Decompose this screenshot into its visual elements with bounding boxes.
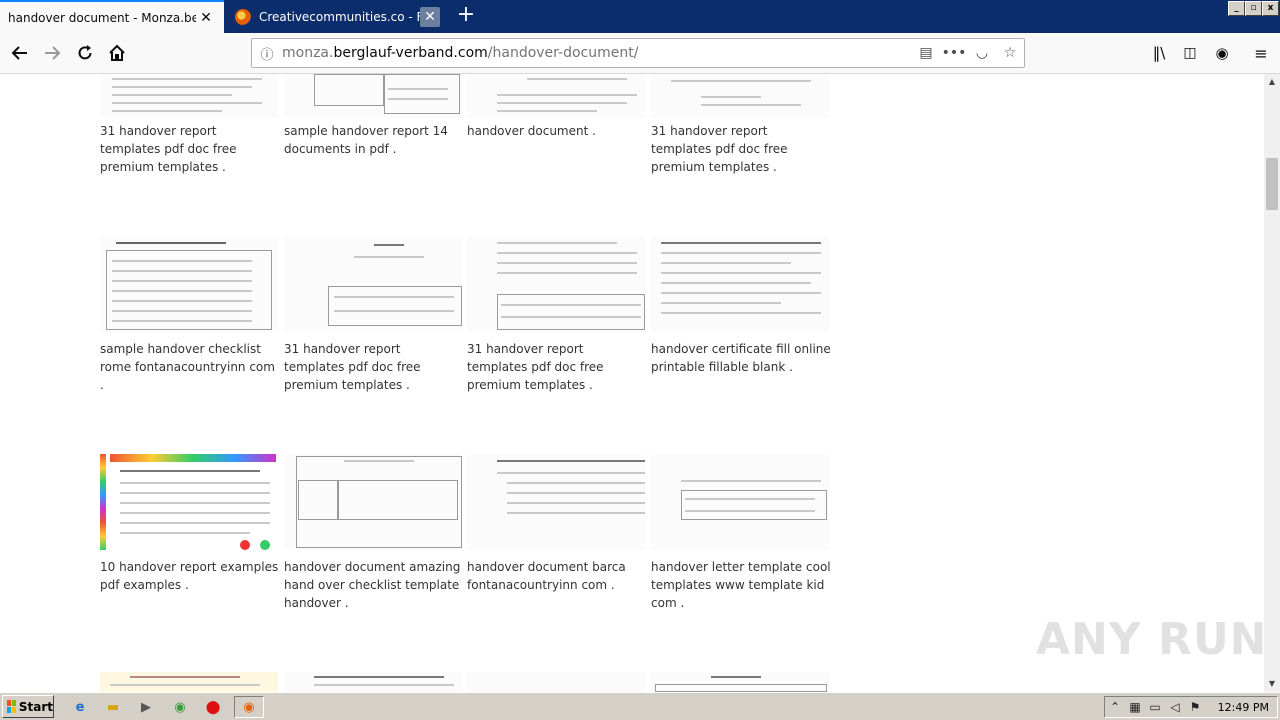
gallery-caption[interactable]: handover certificate fill online printab… [651,340,831,376]
network-icon[interactable]: ▦ [1125,700,1145,714]
file-explorer-icon[interactable]: ▬ [103,697,123,717]
account-icon[interactable]: ◉ [1208,39,1236,67]
internet-explorer-icon[interactable]: e [70,697,90,717]
clock[interactable]: 12:49 PM [1218,701,1269,714]
page-content: 31 handover report templates pdf doc fre… [0,74,1264,692]
firefox-taskbar-button[interactable]: ◉ [234,696,264,718]
thumbnail-image[interactable] [100,236,278,332]
gallery-caption[interactable]: 10 handover report examples pdf examples… [100,558,280,594]
tab-strip: handover document - Monza.berglauf- ✕ Cr… [0,0,1280,33]
thumbnail-image[interactable] [284,672,462,692]
flag-icon[interactable]: ⚑ [1185,700,1205,714]
display-icon[interactable]: ▭ [1145,700,1165,714]
firefox-favicon-icon [235,8,251,25]
thumbnail-image[interactable] [467,672,645,692]
sidebar-icon[interactable]: ◫ [1176,39,1204,67]
home-icon[interactable] [103,39,131,67]
thumbnail-image[interactable] [284,454,462,550]
start-label: Start [18,699,53,714]
thumbnail-image[interactable] [284,236,462,332]
tab-title: handover document - Monza.berglauf- [8,10,196,25]
windows-logo-icon [7,700,16,713]
scrollbar-thumb[interactable] [1266,158,1278,210]
new-tab-button[interactable]: + [452,3,480,29]
pocket-icon[interactable]: ◡ [968,39,996,67]
thumbnail-image[interactable] [651,454,829,550]
media-player-icon[interactable]: ▶ [136,697,156,717]
address-bar[interactable]: ⓘ monza.berglauf-verband.com/handover-do… [251,38,1025,68]
anyrun-watermark: ANY RUN [1036,614,1268,665]
page-actions-icon[interactable]: ••• [940,39,968,67]
thumbnail-image[interactable] [100,74,278,118]
tab-handover-document[interactable]: handover document - Monza.berglauf- ✕ [0,0,224,33]
gallery-caption[interactable]: 31 handover report templates pdf doc fre… [467,340,647,394]
gallery-caption[interactable]: 31 handover report templates pdf doc fre… [100,122,280,176]
gallery-caption[interactable]: handover document amazing hand over chec… [284,558,464,612]
navigation-toolbar: ⓘ monza.berglauf-verband.com/handover-do… [0,33,1280,74]
site-info-icon[interactable]: ⓘ [252,44,282,63]
chrome-icon[interactable]: ◉ [170,697,190,717]
thumbnail-image[interactable] [284,74,462,118]
gallery-caption[interactable]: sample handover checklist rome fontanaco… [100,340,280,394]
url-domain: berglauf-verband.com [333,45,488,61]
window-close-button[interactable]: x [1262,1,1279,16]
thumbnail-image[interactable] [651,74,829,118]
opera-icon[interactable]: ⬤ [203,697,223,717]
thumbnail-image[interactable] [467,74,645,118]
thumbnail-image[interactable] [467,454,645,550]
tab-title: Creativecommunities.co - Free All [259,9,420,24]
thumbnail-image[interactable] [651,236,829,332]
gallery-caption[interactable]: handover document . [467,122,647,140]
close-tab-icon[interactable]: ✕ [196,8,216,28]
gallery-caption[interactable]: 31 handover report templates pdf doc fre… [651,122,831,176]
vertical-scrollbar[interactable]: ▲ ▼ [1264,74,1280,692]
gallery-caption[interactable]: handover letter template cool templates … [651,558,831,612]
windows-taskbar: Start e ▬ ▶ ◉ ⬤ ◉ ⌃ ▦ ▭ ◁ ⚑ 12:49 PM [0,692,1280,720]
reader-view-icon[interactable]: ▤ [912,39,940,67]
back-arrow-icon[interactable] [6,39,34,67]
url-prefix: monza. [282,45,334,61]
url-text[interactable]: monza.berglauf-verband.com/handover-docu… [282,45,912,61]
gallery-caption[interactable]: handover document barca fontanacountryin… [467,558,647,594]
library-icon[interactable]: ‖\ [1145,39,1173,67]
close-tab-icon[interactable]: ✕ [420,6,440,27]
url-path: /handover-document/ [487,45,639,61]
thumbnail-image[interactable] [651,672,829,692]
start-button[interactable]: Start [2,695,54,718]
scroll-up-arrow-icon[interactable]: ▲ [1264,74,1280,90]
thumbnail-image[interactable] [100,672,278,692]
thumbnail-image[interactable] [467,236,645,332]
tray-expand-icon[interactable]: ⌃ [1105,700,1125,714]
minimize-button[interactable]: _ [1228,1,1245,16]
forward-arrow-icon[interactable] [38,39,66,67]
restore-button[interactable]: ▫ [1245,1,1262,16]
thumbnail-image[interactable] [100,454,278,550]
reload-icon[interactable] [71,39,99,67]
menu-hamburger-icon[interactable]: ≡ [1247,39,1275,67]
gallery-caption[interactable]: sample handover report 14 documents in p… [284,122,464,158]
volume-icon[interactable]: ◁ [1165,700,1185,714]
gallery-caption[interactable]: 31 handover report templates pdf doc fre… [284,340,464,394]
bookmark-star-icon[interactable]: ☆ [996,39,1024,67]
scroll-down-arrow-icon[interactable]: ▼ [1264,676,1280,692]
tab-creativecommunities[interactable]: Creativecommunities.co - Free All ✕ [226,0,448,33]
system-tray: ⌃ ▦ ▭ ◁ ⚑ 12:49 PM [1104,696,1278,718]
